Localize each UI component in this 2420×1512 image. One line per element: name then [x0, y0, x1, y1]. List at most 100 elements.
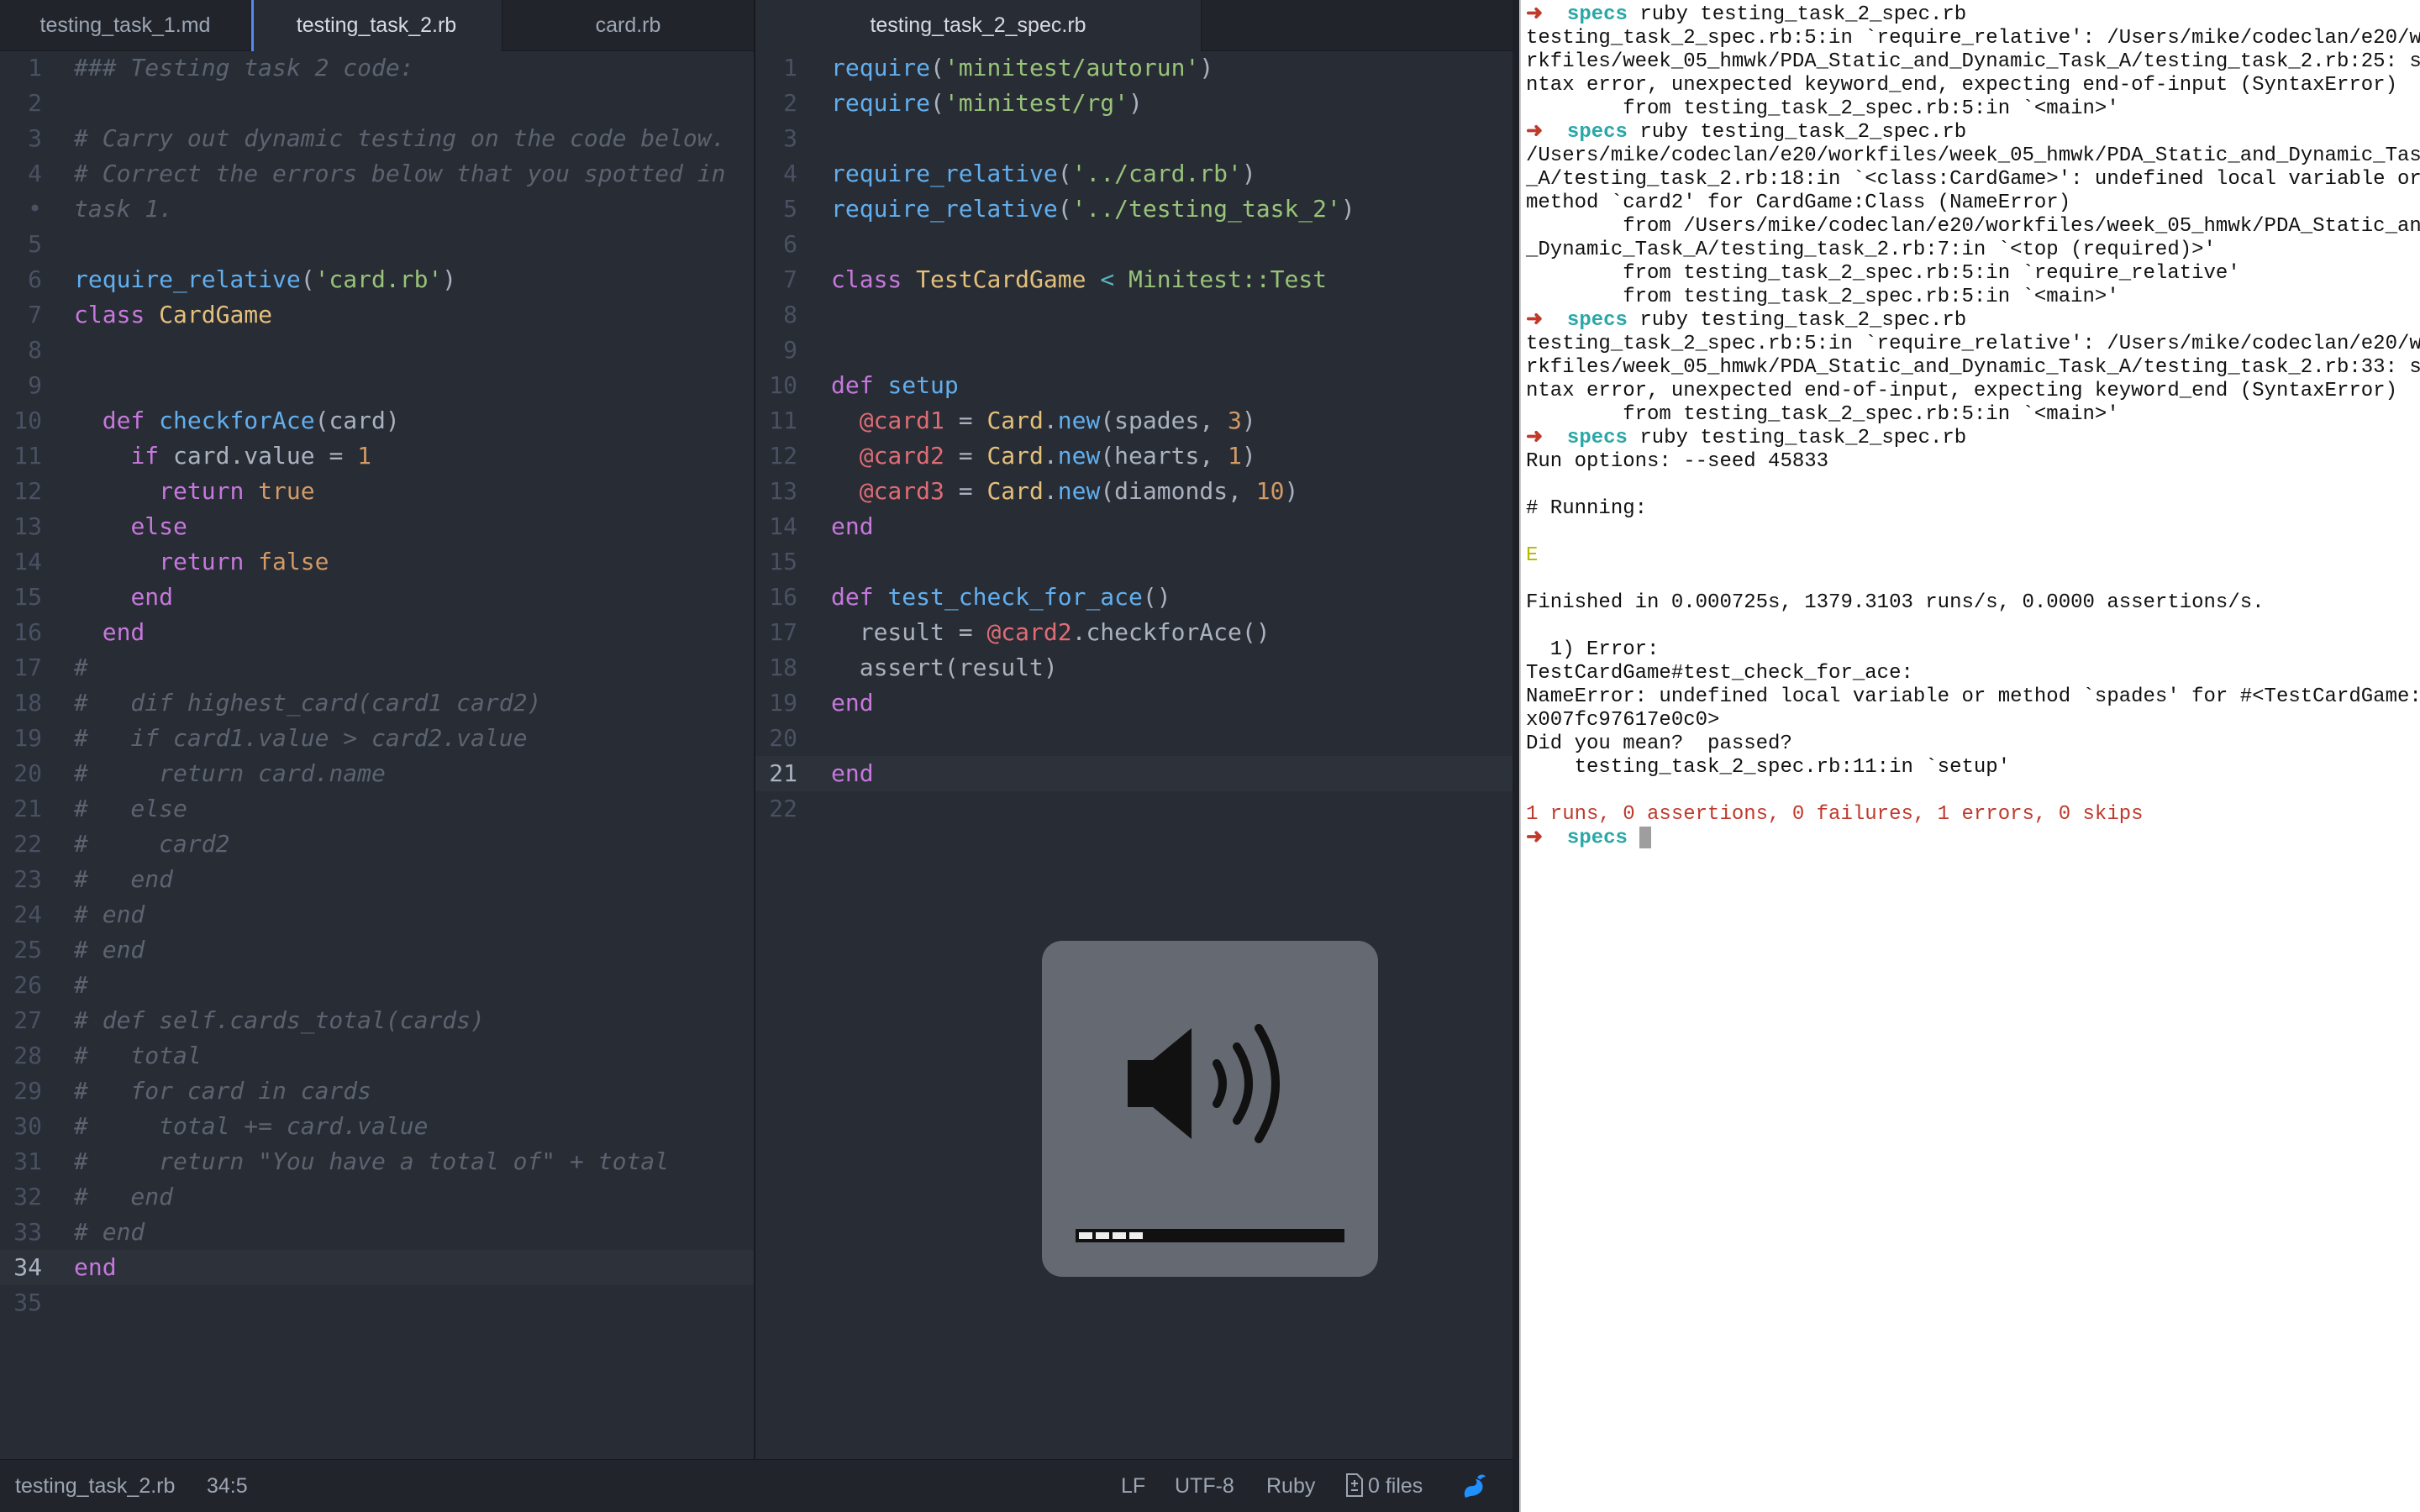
left-code-line[interactable]: 8	[0, 333, 754, 368]
line-source: return false	[159, 548, 329, 575]
left-code-line[interactable]: 13 else	[0, 509, 754, 544]
right-code-line[interactable]: 10 def setup	[755, 368, 1512, 403]
line-source: end	[102, 618, 145, 646]
line-number: 27	[13, 1006, 42, 1034]
line-source: end	[831, 759, 874, 787]
terminal-line: ➜ specs	[1521, 827, 2420, 850]
tab-testing-task-1-md[interactable]: testing_task_1.md	[0, 0, 251, 50]
left-code-line[interactable]: 6 require_relative('card.rb')	[0, 262, 754, 297]
left-code-line[interactable]: 35	[0, 1285, 754, 1320]
line-source: require_relative('../card.rb')	[831, 160, 1256, 187]
right-code-line[interactable]: 5 require_relative('../testing_task_2')	[755, 192, 1512, 227]
left-code-line[interactable]: 34 end	[0, 1250, 754, 1285]
left-code-line[interactable]: 29 # for card in cards	[0, 1074, 754, 1109]
left-code-line[interactable]: 2	[0, 86, 754, 121]
volume-segment	[1129, 1232, 1143, 1239]
status-cursor-position[interactable]: 34:5	[207, 1460, 248, 1512]
left-code-line[interactable]: 20 # return card.name	[0, 756, 754, 791]
left-code-line[interactable]: 11 if card.value = 1	[0, 438, 754, 474]
left-code-line[interactable]: 18 # dif highest_card(card1 card2)	[0, 685, 754, 721]
right-code-line[interactable]: 6	[755, 227, 1512, 262]
right-code-line[interactable]: 3	[755, 121, 1512, 156]
left-code-line[interactable]: 22 # card2	[0, 827, 754, 862]
left-code-line[interactable]: 33 # end	[0, 1215, 754, 1250]
speaker-volume-icon	[1128, 1024, 1280, 1143]
left-code-line[interactable]: 9	[0, 368, 754, 403]
left-code-line[interactable]: 3 # Carry out dynamic testing on the code…	[0, 121, 754, 156]
line-number: 23	[13, 865, 42, 893]
terminal-window[interactable]: ➜ specs ruby testing_task_2_spec.rb testi…	[1519, 0, 2420, 1512]
terminal-line: from testing_task_2_spec.rb:5:in `<main>…	[1526, 286, 2119, 308]
left-code-line[interactable]: 27 # def self.cards_total(cards)	[0, 1003, 754, 1038]
right-code-line[interactable]: 17 result = @card2.checkforAce()	[755, 615, 1512, 650]
left-code-line[interactable]: • task 1.	[0, 192, 754, 227]
tab-testing-task-2-spec-rb[interactable]: testing_task_2_spec.rb	[755, 0, 1202, 51]
left-code-line[interactable]: 25 # end	[0, 932, 754, 968]
status-grammar[interactable]: Ruby	[1266, 1460, 1315, 1512]
right-code-line[interactable]: 18 assert(result)	[755, 650, 1512, 685]
left-code-line[interactable]: 32 # end	[0, 1179, 754, 1215]
left-code-line[interactable]: 15 end	[0, 580, 754, 615]
right-code-line[interactable]: 20	[755, 721, 1512, 756]
left-code-line[interactable]: 5	[0, 227, 754, 262]
status-git-files[interactable]: 0 files	[1344, 1460, 1423, 1512]
left-code-line[interactable]: 19 # if card1.value > card2.value	[0, 721, 754, 756]
right-code-line[interactable]: 8	[755, 297, 1512, 333]
left-code-line[interactable]: 24 # end	[0, 897, 754, 932]
right-code-line[interactable]: 16 def test_check_for_ace()	[755, 580, 1512, 615]
left-code-line[interactable]: 1 ### Testing task 2 code:	[0, 50, 754, 86]
right-code-line[interactable]: 1 require('minitest/autorun')	[755, 50, 1512, 86]
right-code-line[interactable]: 15	[755, 544, 1512, 580]
right-code-line[interactable]: 22	[755, 791, 1512, 827]
tab-card-rb[interactable]: card.rb	[502, 0, 754, 50]
left-code-line[interactable]: 26 #	[0, 968, 754, 1003]
tab-testing-task-2-rb[interactable]: testing_task_2.rb	[251, 0, 502, 51]
left-code-line[interactable]: 16 end	[0, 615, 754, 650]
right-code-line[interactable]: 11 @card1 = Card.new(spades, 3)	[755, 403, 1512, 438]
right-code-line[interactable]: 4 require_relative('../card.rb')	[755, 156, 1512, 192]
status-line-ending[interactable]: LF	[1121, 1460, 1145, 1512]
left-code-line[interactable]: 12 return true	[0, 474, 754, 509]
left-code-line[interactable]: 10 def checkforAce(card)	[0, 403, 754, 438]
right-code-line[interactable]: 2 require('minitest/rg')	[755, 86, 1512, 121]
line-number: •	[28, 195, 42, 223]
squirrel-update-icon[interactable]	[1460, 1473, 1489, 1499]
right-code-line[interactable]: 12 @card2 = Card.new(hearts, 1)	[755, 438, 1512, 474]
line-number: 17	[13, 654, 42, 681]
line-number: 22	[13, 830, 42, 858]
line-number: 21	[13, 795, 42, 822]
line-source: ### Testing task 2 code:	[74, 54, 414, 81]
line-number: 6	[783, 230, 797, 258]
left-code-line[interactable]: 17 #	[0, 650, 754, 685]
right-code-line[interactable]: 21 end	[755, 756, 1512, 791]
code-editor-left[interactable]: 1 ### Testing task 2 code: 2 3 # Carry out d…	[0, 50, 754, 1460]
status-encoding[interactable]: UTF-8	[1175, 1460, 1234, 1512]
right-code-line[interactable]: 7 class TestCardGame < Minitest::Test	[755, 262, 1512, 297]
left-code-line[interactable]: 21 # else	[0, 791, 754, 827]
left-code-line[interactable]: 30 # total += card.value	[0, 1109, 754, 1144]
left-code-line[interactable]: 7 class CardGame	[0, 297, 754, 333]
right-code-line[interactable]: 9	[755, 333, 1512, 368]
status-file-name[interactable]: testing_task_2.rb	[15, 1460, 175, 1512]
line-source: # for card in cards	[74, 1077, 372, 1105]
left-code-line[interactable]: 14 return false	[0, 544, 754, 580]
line-number: 18	[769, 654, 797, 681]
right-code-line[interactable]: 19 end	[755, 685, 1512, 721]
right-code-line[interactable]: 14 end	[755, 509, 1512, 544]
line-source: end	[831, 512, 874, 540]
line-number: 35	[13, 1289, 42, 1316]
line-number: 34	[13, 1253, 42, 1281]
line-source: end	[831, 689, 874, 717]
line-source: # total	[74, 1042, 202, 1069]
left-code-line[interactable]: 23 # end	[0, 862, 754, 897]
right-code-line[interactable]: 13 @card3 = Card.new(diamonds, 10)	[755, 474, 1512, 509]
line-source: # end	[74, 936, 145, 963]
left-code-line[interactable]: 31 # return "You have a total of" + total	[0, 1144, 754, 1179]
terminal-line: ntax error, unexpected keyword_end, expe…	[1526, 74, 2397, 97]
left-code-line[interactable]: 28 # total	[0, 1038, 754, 1074]
left-code-line[interactable]: 4 # Correct the errors below that you spo…	[0, 156, 754, 192]
line-number: 15	[13, 583, 42, 611]
volume-hud	[1042, 941, 1378, 1277]
left-editor-pane[interactable]: testing_task_1.md testing_task_2.rb card…	[0, 0, 754, 1460]
